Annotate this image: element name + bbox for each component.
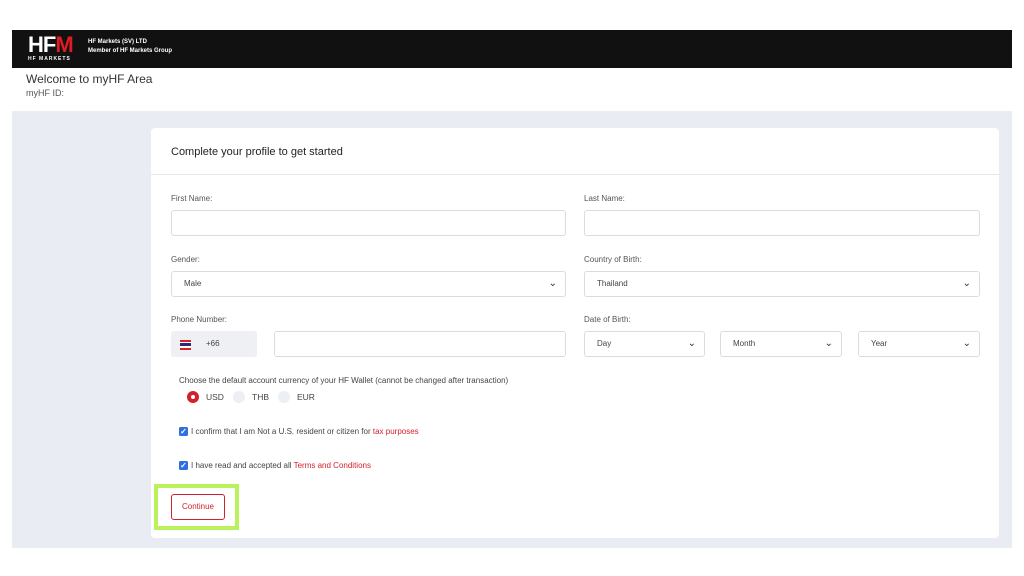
currency-radio-usd[interactable] bbox=[187, 391, 199, 403]
tax-purposes-link[interactable]: tax purposes bbox=[373, 427, 419, 436]
gender-label: Gender: bbox=[171, 255, 200, 264]
checkmark-icon: ✓ bbox=[180, 427, 187, 436]
terms-text: I have read and accepted all bbox=[191, 461, 292, 470]
form-title: Complete your profile to get started bbox=[171, 146, 343, 158]
country-value: Thailand bbox=[597, 279, 628, 288]
us-resident-checkbox[interactable]: ✓ bbox=[179, 427, 188, 436]
currency-question: Choose the default account currency of y… bbox=[179, 376, 509, 385]
currency-radio-thb[interactable] bbox=[233, 391, 245, 403]
currency-radio-eur[interactable] bbox=[278, 391, 290, 403]
phone-prefix-selector[interactable]: +66 bbox=[171, 331, 257, 357]
terms-and-conditions-link[interactable]: Terms and Conditions bbox=[294, 461, 371, 470]
dob-day-select[interactable]: Day ⌄ bbox=[584, 331, 705, 357]
title-divider bbox=[151, 174, 999, 175]
last-name-label: Last Name: bbox=[584, 194, 625, 203]
dob-year-value: Year bbox=[871, 339, 888, 348]
logo-accent-letter: M bbox=[55, 32, 73, 57]
hfm-logo[interactable]: HFM HF MARKETS bbox=[28, 32, 74, 63]
us-resident-text: I confirm that I am Not a U.S. resident … bbox=[191, 427, 371, 436]
currency-label-eur: EUR bbox=[297, 392, 315, 402]
terms-checkbox[interactable]: ✓ bbox=[179, 461, 188, 470]
profile-form-card: Complete your profile to get started Fir… bbox=[151, 128, 999, 538]
phone-number-input[interactable] bbox=[274, 331, 566, 357]
welcome-title: Welcome to myHF Area bbox=[26, 72, 153, 86]
phone-number-label: Phone Number: bbox=[171, 315, 228, 324]
first-name-label: First Name: bbox=[171, 194, 213, 203]
chevron-down-icon: ⌄ bbox=[962, 278, 971, 289]
top-header-bar: HFM HF MARKETS HF Markets (SV) LTD Membe… bbox=[12, 30, 1012, 68]
currency-label-usd: USD bbox=[206, 392, 224, 402]
company-info: HF Markets (SV) LTD Member of HF Markets… bbox=[88, 38, 172, 56]
date-of-birth-label: Date of Birth: bbox=[584, 315, 631, 324]
dob-year-select[interactable]: Year ⌄ bbox=[858, 331, 980, 357]
country-of-birth-label: Country of Birth: bbox=[584, 255, 642, 264]
dob-day-value: Day bbox=[597, 339, 612, 348]
myhf-id-label: myHF ID: bbox=[26, 88, 64, 98]
last-name-input[interactable] bbox=[584, 210, 980, 236]
dob-month-select[interactable]: Month ⌄ bbox=[720, 331, 842, 357]
logo-subtext: HF MARKETS bbox=[28, 56, 71, 62]
gender-value: Male bbox=[184, 279, 202, 288]
first-name-input[interactable] bbox=[171, 210, 566, 236]
currency-label-thb: THB bbox=[252, 392, 269, 402]
checkmark-icon: ✓ bbox=[180, 461, 187, 470]
country-of-birth-select[interactable]: Thailand ⌄ bbox=[584, 271, 980, 297]
chevron-down-icon: ⌄ bbox=[687, 338, 696, 349]
continue-button[interactable]: Continue bbox=[171, 494, 225, 520]
company-group: Member of HF Markets Group bbox=[88, 48, 173, 54]
thailand-flag-icon bbox=[180, 340, 191, 350]
chevron-down-icon: ⌄ bbox=[548, 278, 557, 289]
chevron-down-icon: ⌄ bbox=[962, 338, 971, 349]
company-name: HF Markets (SV) LTD bbox=[88, 39, 147, 45]
gender-select[interactable]: Male ⌄ bbox=[171, 271, 566, 297]
phone-prefix-value: +66 bbox=[206, 339, 220, 348]
logo-letters: HF bbox=[28, 32, 56, 57]
dob-month-value: Month bbox=[733, 339, 756, 348]
chevron-down-icon: ⌄ bbox=[824, 338, 833, 349]
